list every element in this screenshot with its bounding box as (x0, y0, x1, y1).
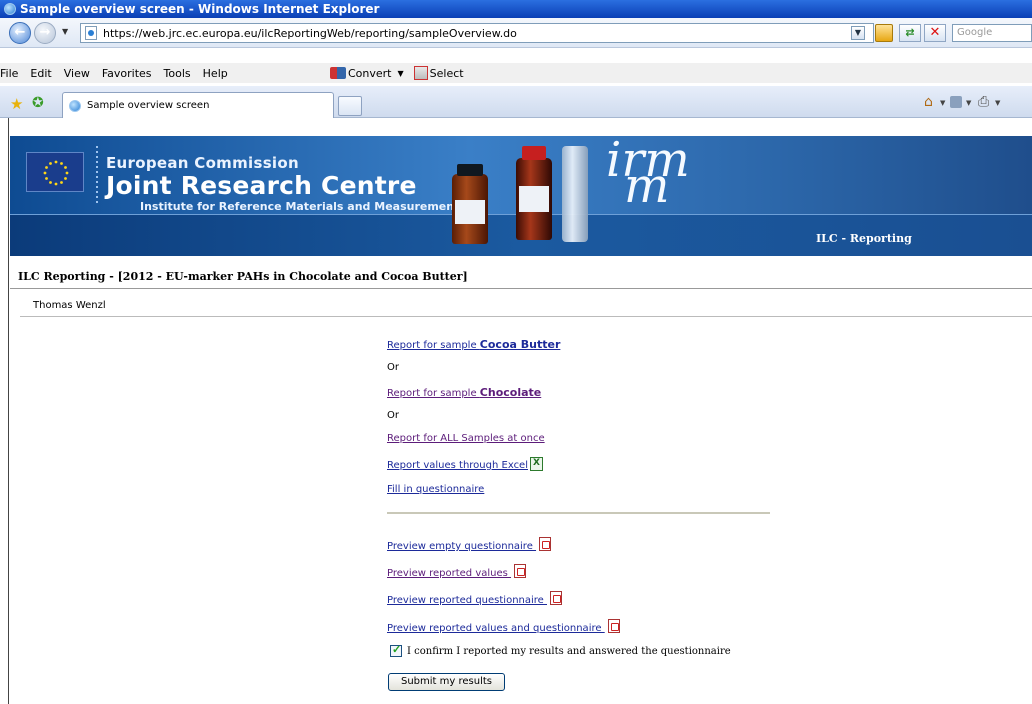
menu-file[interactable]: File (0, 67, 24, 80)
pdf-toolbar: Convert ▼ Select (330, 63, 464, 83)
convert-dropdown-icon[interactable]: ▼ (398, 69, 404, 78)
recent-pages-dropdown-icon[interactable]: ▼ (62, 27, 68, 36)
preview-reported-questionnaire-link[interactable]: Preview reported questionnaire (387, 591, 562, 606)
page-title: ILC Reporting - [2012 - EU-marker PAHs i… (18, 270, 468, 283)
tab-page-icon (69, 99, 81, 112)
navigation-toolbar: ← → ▼ https://web.jrc.ec.europa.eu/ilcRe… (0, 18, 1032, 48)
forward-button[interactable]: → (34, 22, 56, 44)
jrc-banner: European Commission Joint Research Centr… (10, 136, 1032, 256)
home-dropdown-icon[interactable]: ▼ (940, 99, 945, 107)
section-divider (387, 512, 770, 514)
select-icon (413, 66, 428, 80)
submit-results-button[interactable]: Submit my results (388, 673, 505, 691)
feeds-dropdown-icon[interactable]: ▼ (966, 99, 971, 107)
jrc-name: Joint Research Centre (106, 171, 417, 200)
irmm-name: Institute for Reference Materials and Me… (140, 200, 466, 213)
cocoa-butter-sample-name: Cocoa Butter (479, 338, 561, 351)
new-tab-button[interactable] (338, 96, 362, 116)
feeds-icon[interactable] (950, 96, 962, 108)
menu-favorites[interactable]: Favorites (96, 67, 158, 80)
address-dropdown-button[interactable]: ▼ (851, 26, 865, 40)
preview-empty-questionnaire-link[interactable]: Preview empty questionnaire (387, 537, 552, 552)
lock-icon[interactable] (875, 24, 893, 42)
add-favorites-icon[interactable]: ✪ (32, 95, 44, 111)
address-bar[interactable]: https://web.jrc.ec.europa.eu/ilcReportin… (80, 23, 874, 43)
window-title: Sample overview screen - Windows Interne… (20, 2, 380, 16)
irmm-logo-bottom: m (624, 158, 670, 214)
preview-both-label: Preview reported values and questionnair… (387, 623, 605, 634)
ec-name: European Commission (106, 154, 299, 172)
print-dropdown-icon[interactable]: ▼ (995, 99, 1000, 107)
report-chocolate-link[interactable]: Report for sample Chocolate (387, 386, 541, 399)
report-excel-link[interactable]: Report values through Excel (387, 457, 543, 471)
preview-values-and-questionnaire-link[interactable]: Preview reported values and questionnair… (387, 619, 620, 634)
menu-edit[interactable]: Edit (24, 67, 57, 80)
title-divider (10, 288, 1032, 289)
preview-empty-label: Preview empty questionnaire (387, 541, 537, 552)
window-title-bar: Sample overview screen - Windows Interne… (0, 0, 1032, 18)
select-button[interactable]: Select (430, 67, 464, 80)
red-cap-bottle-image (516, 146, 552, 240)
user-divider (20, 316, 1032, 317)
or-text-2: Or (387, 410, 399, 421)
report-all-samples-link[interactable]: Report for ALL Samples at once (387, 433, 545, 444)
chocolate-sample-name: Chocolate (479, 386, 542, 399)
convert-icon (330, 67, 346, 79)
excel-icon (530, 457, 543, 471)
pdf-icon (550, 591, 562, 605)
menu-bar: File Edit View Favorites Tools Help (0, 63, 1032, 83)
report-excel-label: Report values through Excel (387, 460, 528, 471)
back-button[interactable]: ← (9, 22, 31, 44)
home-icon[interactable]: ⌂ (924, 94, 933, 110)
search-input[interactable]: Google (952, 24, 1032, 42)
brown-bottle-image (452, 164, 488, 244)
page-icon (85, 26, 97, 40)
address-url[interactable]: https://web.jrc.ec.europa.eu/ilcReportin… (103, 27, 517, 40)
report-chocolate-prefix: Report for sample (387, 388, 480, 399)
favorites-star-icon[interactable]: ★ (10, 95, 23, 113)
convert-button[interactable]: Convert (348, 67, 392, 80)
menu-tools[interactable]: Tools (158, 67, 197, 80)
preview-reported-values-link[interactable]: Preview reported values (387, 564, 527, 579)
pdf-icon (539, 537, 552, 551)
pdf-icon (607, 619, 620, 633)
report-cocoa-prefix: Report for sample (387, 340, 480, 351)
test-tube-image (562, 146, 588, 242)
banner-divider (96, 146, 98, 206)
or-text-1: Or (387, 362, 399, 373)
tab-sample-overview[interactable]: Sample overview screen (62, 92, 334, 118)
confirm-checkbox[interactable] (390, 643, 402, 657)
eu-flag-icon (26, 152, 84, 192)
app-label: ILC - Reporting (816, 232, 912, 245)
refresh-button[interactable]: ⇄ (899, 24, 921, 42)
internet-explorer-icon (4, 3, 16, 15)
report-cocoa-butter-link[interactable]: Report for sample Cocoa Butter (387, 338, 560, 351)
tab-bar: ★ ✪ Sample overview screen ⌂ ▼ ▼ ⎙ ▼ (0, 86, 1032, 118)
irmm-logo: irm m (606, 136, 690, 210)
confirm-label[interactable]: I confirm I reported my results and answ… (407, 646, 731, 657)
preview-questionnaire-label: Preview reported questionnaire (387, 595, 547, 606)
confirm-row: I confirm I reported my results and answ… (390, 643, 731, 657)
print-icon[interactable]: ⎙ (978, 94, 989, 110)
user-name: Thomas Wenzl (33, 300, 106, 311)
preview-values-label: Preview reported values (387, 568, 512, 579)
menu-view[interactable]: View (58, 67, 96, 80)
stop-button[interactable]: ✕ (924, 24, 946, 42)
menu-help[interactable]: Help (197, 67, 234, 80)
pdf-icon (514, 564, 527, 578)
fill-questionnaire-link[interactable]: Fill in questionnaire (387, 484, 484, 495)
tab-label: Sample overview screen (87, 100, 210, 111)
